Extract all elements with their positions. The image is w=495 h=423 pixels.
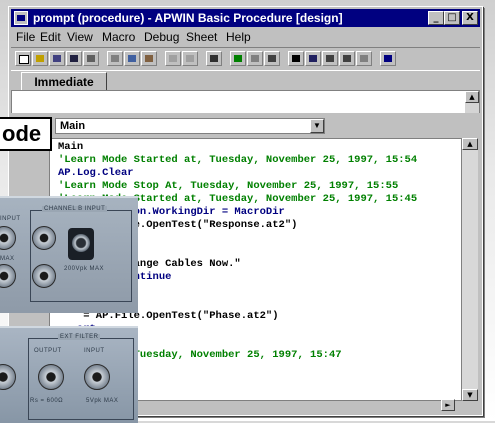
- menu-help[interactable]: Help: [226, 28, 251, 46]
- step-over-icon[interactable]: [339, 51, 355, 66]
- max-label: MAX: [0, 256, 15, 262]
- bnc-connector: [0, 264, 16, 288]
- input-label: INPUT: [0, 216, 21, 222]
- output-label: OUTPUT: [34, 348, 62, 354]
- tab-strip: Immediate: [11, 71, 480, 91]
- open-icon[interactable]: [32, 51, 48, 66]
- channel-b-panel: CHANNEL B INPUT INPUT MAX 200Vpk MAX: [0, 196, 138, 313]
- step-into-icon[interactable]: [322, 51, 338, 66]
- title-bar[interactable]: prompt (procedure) - APWIN Basic Procedu…: [11, 9, 480, 27]
- hand-icon[interactable]: [288, 51, 304, 66]
- code-line[interactable]: Main: [58, 141, 83, 154]
- bnc-connector: [38, 364, 64, 390]
- procedure-select-value: Main: [60, 120, 86, 132]
- code-line[interactable]: 'Learn Mode Started at, Tuesday, Novembe…: [58, 154, 417, 167]
- input-label-2: INPUT: [84, 348, 105, 354]
- menu-view[interactable]: View: [67, 28, 93, 46]
- stop-icon[interactable]: [264, 51, 280, 66]
- new-icon[interactable]: [15, 51, 31, 66]
- minimize-button[interactable]: _: [428, 11, 444, 25]
- cut-icon[interactable]: [107, 51, 123, 66]
- hardware-photo: CHANNEL B INPUT INPUT MAX 200Vpk MAX EXT…: [0, 188, 138, 423]
- bnc-connector: [32, 226, 56, 250]
- run-icon[interactable]: [230, 51, 246, 66]
- code-line[interactable]: AP.Log.Clear: [58, 167, 134, 180]
- rs-label: Rs = 600Ω: [30, 398, 64, 404]
- chevron-down-icon[interactable]: ▼: [310, 119, 324, 133]
- redo-icon[interactable]: [182, 51, 198, 66]
- menu-debug[interactable]: Debug: [144, 28, 179, 46]
- dialog-icon[interactable]: [206, 51, 222, 66]
- menu-sheet[interactable]: Sheet: [186, 28, 217, 46]
- step-out-icon[interactable]: [356, 51, 372, 66]
- toolbar: [11, 47, 480, 71]
- menu-bar: File Edit View Macro Debug Sheet Help: [11, 28, 480, 46]
- bal-max-label: 200Vpk MAX: [64, 266, 105, 272]
- code-scrollbar[interactable]: ▲ ▼: [462, 138, 478, 401]
- bnc-connector: [84, 364, 110, 390]
- tab-immediate[interactable]: Immediate: [21, 72, 107, 91]
- close-button[interactable]: X: [462, 11, 478, 25]
- app-icon[interactable]: [14, 11, 28, 25]
- ext-filter-panel: EXT FILTER OUTPUT INPUT Rs = 600Ω 5Vpk M…: [0, 326, 138, 423]
- watch-icon[interactable]: [305, 51, 321, 66]
- undo-icon[interactable]: [165, 51, 181, 66]
- mode-callout: ode: [0, 117, 52, 151]
- window-title: prompt (procedure) - APWIN Basic Procedu…: [33, 11, 343, 25]
- menu-macro[interactable]: Macro: [102, 28, 135, 46]
- ext-filter-label: EXT FILTER: [58, 334, 101, 340]
- maximize-button[interactable]: □: [444, 11, 460, 25]
- bnc-connector: [32, 264, 56, 288]
- menu-file[interactable]: File: [16, 28, 35, 46]
- procedure-select[interactable]: Main ▼: [55, 118, 325, 134]
- scroll-up-icon[interactable]: ▲: [462, 138, 478, 150]
- scroll-right-icon[interactable]: ►: [441, 399, 455, 411]
- xlr-connector: [68, 228, 94, 260]
- bnc-connector: [0, 226, 16, 250]
- scroll-down-icon[interactable]: ▼: [462, 389, 478, 401]
- scroll-up-icon[interactable]: ▲: [465, 91, 479, 103]
- copy-icon[interactable]: [124, 51, 140, 66]
- print-icon[interactable]: [83, 51, 99, 66]
- save-icon[interactable]: [49, 51, 65, 66]
- panel-icon[interactable]: [380, 51, 396, 66]
- vpk-max-label: 5Vpk MAX: [86, 398, 119, 404]
- paste-icon[interactable]: [141, 51, 157, 66]
- save-all-icon[interactable]: [66, 51, 82, 66]
- channel-b-label: CHANNEL B INPUT: [42, 206, 108, 212]
- pause-icon[interactable]: [247, 51, 263, 66]
- bnc-connector: [0, 364, 16, 390]
- menu-edit[interactable]: Edit: [40, 28, 61, 46]
